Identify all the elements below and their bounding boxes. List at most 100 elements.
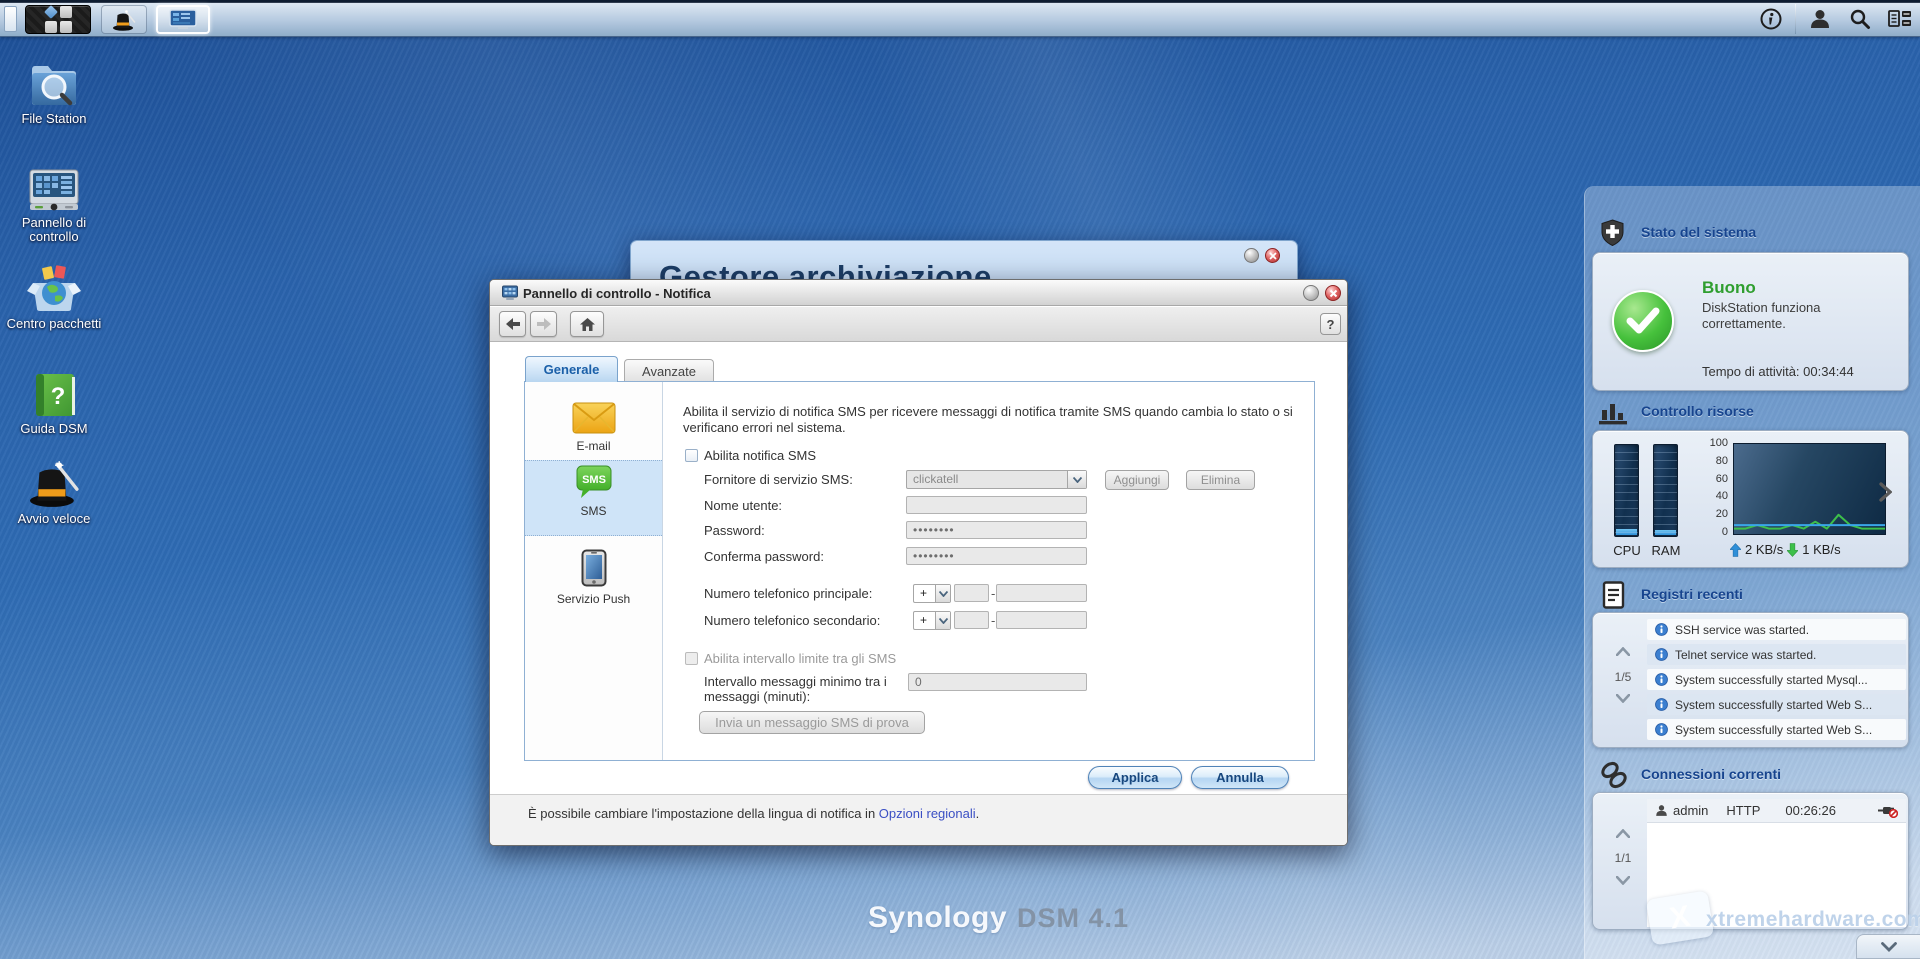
info-icon <box>1655 648 1668 661</box>
log-row[interactable]: SSH service was started. <box>1647 619 1906 640</box>
password-input[interactable]: •••••••• <box>906 521 1087 539</box>
info-button[interactable] <box>1751 4 1791 34</box>
connections-page-up[interactable] <box>1610 827 1636 841</box>
phone2-prefix-value: + <box>920 613 927 627</box>
connections-page-down[interactable] <box>1610 874 1636 888</box>
home-button[interactable] <box>570 311 604 337</box>
dialog-toolbar: ? <box>490 307 1347 342</box>
log-text: System successfully started Mysql... <box>1675 673 1868 687</box>
tab-avanzate[interactable]: Avanzate <box>624 359 714 382</box>
close-button[interactable] <box>1325 285 1341 301</box>
recent-logs-title: Registri recenti <box>1641 586 1743 602</box>
desktop-icon-control-panel[interactable]: Pannello di controllo <box>2 168 106 244</box>
uptime-text: Tempo di attività: 00:34:44 <box>1702 364 1854 379</box>
network-speeds: 2 KB/s 1 KB/s <box>1730 542 1841 557</box>
username-input[interactable] <box>906 496 1087 514</box>
regional-options-link[interactable]: Opzioni regionali <box>879 806 976 821</box>
cancel-button[interactable]: Annulla <box>1191 766 1289 789</box>
minimize-button[interactable] <box>1303 285 1319 301</box>
minimize-button[interactable] <box>1244 248 1259 263</box>
help-button[interactable]: ? <box>1320 313 1341 335</box>
back-button[interactable] <box>499 311 526 337</box>
taskbar-item-quick-start[interactable] <box>101 5 147 34</box>
connection-row[interactable]: admin HTTP 00:26:26 <box>1647 799 1906 823</box>
magic-hat-icon <box>112 9 136 31</box>
search-button[interactable] <box>1840 4 1880 34</box>
chevron-down-icon <box>935 612 950 629</box>
sms-icon: SMS <box>575 465 613 499</box>
dsm-help-icon: ? <box>30 372 78 418</box>
info-icon <box>1655 698 1668 711</box>
confirm-password-input[interactable]: •••••••• <box>906 547 1087 565</box>
watermark-text: xtremehardware.com <box>1706 908 1920 932</box>
pilot-view-button[interactable] <box>1880 4 1920 34</box>
log-text: SSH service was started. <box>1675 623 1809 637</box>
status-value: Buono <box>1702 278 1756 298</box>
close-button[interactable] <box>1265 248 1280 263</box>
phone2-number-input[interactable] <box>996 611 1087 629</box>
logs-page-up[interactable] <box>1610 645 1636 659</box>
resource-monitor-title: Controllo risorse <box>1641 403 1754 419</box>
ram-meter <box>1653 444 1678 537</box>
interval-input[interactable]: 0 <box>908 673 1087 691</box>
package-center-icon <box>27 263 81 313</box>
delete-provider-button[interactable]: Elimina <box>1186 470 1255 490</box>
log-row[interactable]: System successfully started Mysql... <box>1647 669 1906 690</box>
logs-page-down[interactable] <box>1610 692 1636 706</box>
chevron-down-icon <box>1067 471 1086 488</box>
taskbar-item-storage-manager[interactable] <box>156 5 210 34</box>
enable-interval-checkbox[interactable] <box>685 652 698 665</box>
log-row[interactable]: System successfully started Web S... <box>1647 719 1906 740</box>
phone2-area-input[interactable] <box>954 611 989 629</box>
phone2-prefix-select[interactable]: + <box>913 611 951 630</box>
watermark-logo: X <box>1646 890 1714 945</box>
disconnect-icon[interactable] <box>1878 803 1898 818</box>
sidebar-item-email[interactable]: E-mail <box>525 402 662 453</box>
show-desktop-button[interactable] <box>4 6 17 32</box>
logs-page-indicator: 1/5 <box>1610 670 1636 684</box>
system-status-title: Stato del sistema <box>1641 224 1756 240</box>
widget-panel-collapse-button[interactable] <box>1856 934 1920 959</box>
desktop-icon-label: Avvio veloce <box>18 512 91 526</box>
user-icon <box>1809 8 1831 30</box>
dsm-version: DSM 4.1 <box>1017 903 1129 934</box>
network-chart-yticks: 100806040200 <box>1694 437 1728 538</box>
tab-generale[interactable]: Generale <box>525 356 618 382</box>
dialog-title: Pannello di controllo - Notifica <box>523 286 711 301</box>
desktop-icon-dsm-help[interactable]: ? Guida DSM <box>2 372 106 436</box>
connections-title: Connessioni correnti <box>1641 766 1781 782</box>
forward-button[interactable] <box>530 311 557 337</box>
sidebar-item-label: Servizio Push <box>557 592 630 606</box>
sidebar-item-sms[interactable]: SMS SMS <box>525 460 662 536</box>
resource-detail-button[interactable] <box>1879 482 1892 507</box>
confirm-password-label: Conferma password: <box>704 549 824 564</box>
monitor-icon <box>169 9 197 31</box>
info-icon <box>1760 8 1782 30</box>
desktop-icon-package-center[interactable]: Centro pacchetti <box>2 263 106 331</box>
user-menu-button[interactable] <box>1800 4 1840 34</box>
desktop-icon-quick-start[interactable]: Avvio veloce <box>2 460 106 526</box>
connection-protocol: HTTP <box>1726 803 1760 818</box>
provider-select[interactable]: clickatell <box>906 470 1087 489</box>
main-menu-button[interactable] <box>25 5 91 34</box>
apply-button[interactable]: Applica <box>1088 766 1182 789</box>
sidebar-item-push-service[interactable]: Servizio Push <box>525 545 662 606</box>
info-icon <box>1655 623 1668 636</box>
dsm-branding: Synology DSM 4.1 <box>868 901 1129 935</box>
interval-label: Intervallo messaggi minimo tra i messagg… <box>704 674 887 704</box>
send-test-sms-button[interactable]: Invia un messaggio SMS di prova <box>699 711 925 734</box>
phone2-label: Numero telefonico secondario: <box>704 613 880 628</box>
phone1-area-input[interactable] <box>954 584 989 602</box>
enable-sms-checkbox[interactable] <box>685 449 698 462</box>
log-row[interactable]: Telnet service was started. <box>1647 644 1906 665</box>
chevron-right-icon <box>1879 482 1892 502</box>
desktop-icon-file-station[interactable]: File Station <box>2 60 106 126</box>
cpu-meter <box>1614 444 1639 537</box>
ram-label: RAM <box>1646 543 1686 558</box>
info-icon <box>1655 673 1668 686</box>
phone1-number-input[interactable] <box>996 584 1087 602</box>
phone1-prefix-select[interactable]: + <box>913 584 951 603</box>
dialog-titlebar[interactable]: Pannello di controllo - Notifica <box>490 280 1347 306</box>
log-row[interactable]: System successfully started Web S... <box>1647 694 1906 715</box>
add-provider-button[interactable]: Aggiungi <box>1105 470 1169 490</box>
